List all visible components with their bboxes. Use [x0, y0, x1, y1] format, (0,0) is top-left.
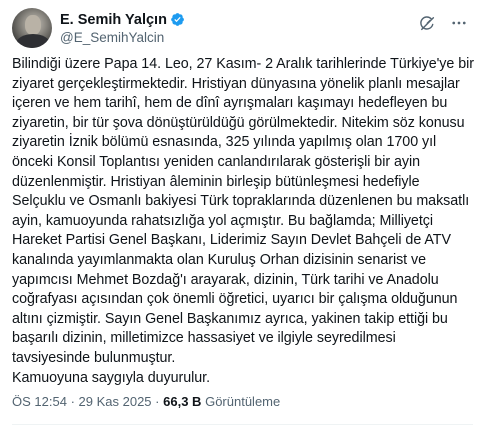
more-icon[interactable] [450, 14, 468, 32]
tweet-time[interactable]: ÖS 12:54 [12, 394, 67, 409]
author-handle[interactable]: @E_SemihYalcin [60, 30, 185, 45]
meta-separator: · [70, 394, 75, 409]
avatar-face [25, 15, 41, 35]
tweet-meta: ÖS 12:54 · 29 Kas 2025 · 66,3 B Görüntül… [12, 394, 280, 409]
avatar[interactable] [12, 8, 52, 48]
divider [12, 424, 473, 425]
display-name-row: E. Semih Yalçın [60, 10, 185, 29]
views-count: 66,3 B [163, 394, 202, 409]
tweet: E. Semih Yalçın @E_SemihYalcin Bilindiği… [0, 0, 481, 430]
display-name[interactable]: E. Semih Yalçın [60, 12, 167, 28]
tweet-text: Bilindiği üzere Papa 14. Leo, 27 Kasım- … [12, 56, 474, 386]
verified-badge-icon [171, 13, 184, 26]
avatar-shoulders [16, 34, 50, 48]
grok-icon[interactable] [418, 14, 436, 32]
author-names: E. Semih Yalçın @E_SemihYalcin [60, 10, 185, 45]
header-actions [418, 14, 468, 32]
meta-separator-2: · [155, 394, 160, 409]
views-label: Görüntüleme [205, 394, 281, 409]
tweet-header: E. Semih Yalçın @E_SemihYalcin [12, 8, 472, 48]
tweet-date[interactable]: 29 Kas 2025 [79, 394, 152, 409]
